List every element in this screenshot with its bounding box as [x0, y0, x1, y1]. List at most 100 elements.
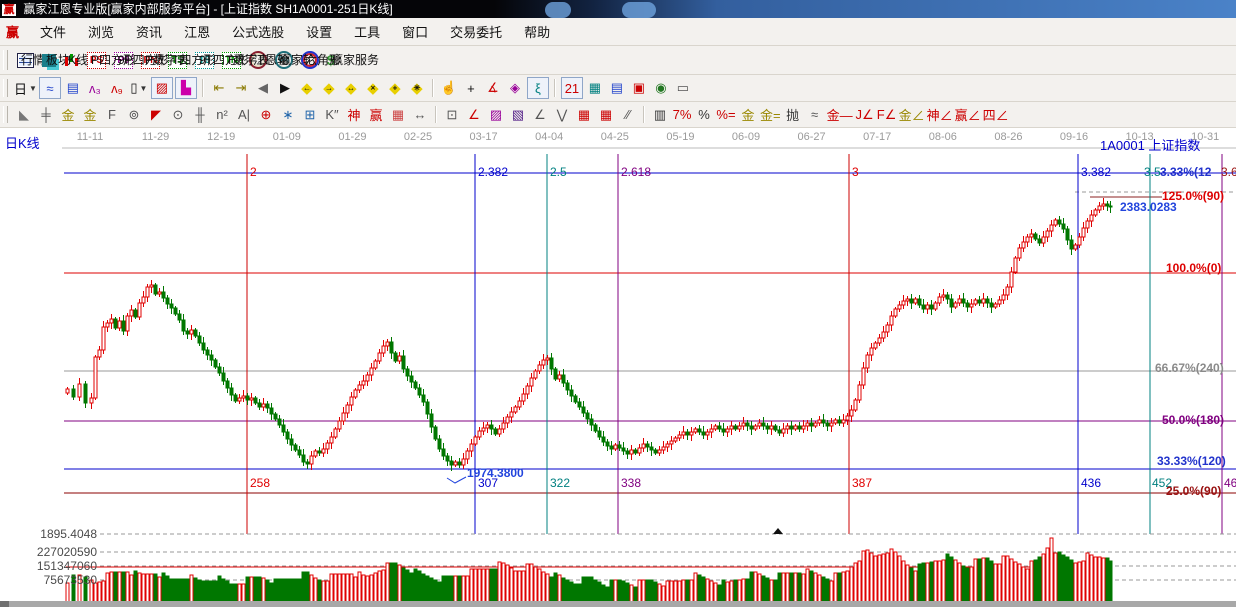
grid-red-tool[interactable]: ▦ [574, 105, 594, 125]
gold-circle-tool[interactable]: 金 [738, 105, 758, 125]
percent-lines-tool[interactable]: %= [716, 105, 736, 125]
histogram-button[interactable]: ▙ [175, 77, 197, 99]
chart-rect [410, 573, 413, 602]
price-grid-tool[interactable]: ▦ [388, 105, 408, 125]
kline-button[interactable]: K线 [64, 53, 79, 67]
gann-diamond-right[interactable]: ◆→ [319, 78, 339, 98]
next-bar-button[interactable]: ▶ [275, 78, 295, 98]
span-measure-tool[interactable]: ↔ [410, 105, 430, 125]
gold-angle-tool[interactable]: 金∠ [899, 105, 925, 125]
menu-item[interactable]: 资讯 [125, 25, 173, 40]
toolbar-grip[interactable] [3, 50, 8, 70]
parallel-lines-tool[interactable]: ⁄⁄ [618, 105, 638, 125]
candlestick-chart-canvas[interactable] [0, 128, 1236, 607]
horizontal-scrollbar[interactable] [0, 601, 1236, 607]
gold-ruler-tool[interactable]: ╪ [36, 105, 56, 125]
chart-rect [946, 295, 949, 299]
menu-item[interactable]: 文件 [29, 25, 77, 40]
text-note-tool[interactable]: A| [234, 105, 254, 125]
last-bar-button[interactable]: ⇥ [231, 78, 251, 98]
p-square-button[interactable]: PSP四方形 [87, 52, 106, 69]
shen-tool[interactable]: 神 [344, 105, 364, 125]
angle-measure-button[interactable]: ∡ [483, 78, 503, 98]
j-angle-tool[interactable]: J∠ [855, 105, 875, 125]
golden-section-tool[interactable]: 金 [58, 105, 78, 125]
gold-line-tool[interactable]: 金— [827, 105, 853, 125]
title-bar[interactable]: 赢 赢家江恩专业版[赢家内部服务平台] - [上证指数 SH1A0001-251… [0, 0, 1236, 18]
menu-item[interactable]: 设置 [295, 25, 343, 40]
wave-3-button[interactable]: ʌ₃ [85, 78, 105, 98]
gann-diamond-grid[interactable]: ◆✳ [407, 78, 427, 98]
sectors-button[interactable]: 板块 [42, 54, 56, 67]
gann-fan-tool[interactable]: ∠ [464, 105, 484, 125]
gann-grid-box-tool[interactable]: ⊞ [300, 105, 320, 125]
spiral-tool[interactable]: ⊚ [124, 105, 144, 125]
parabola-brush-tool[interactable]: 抛 [783, 105, 803, 125]
golden-section-ext-tool[interactable]: 金 [80, 105, 100, 125]
compare-bars-tool[interactable]: ▥ [650, 105, 670, 125]
gann-web-tool[interactable]: ∗ [278, 105, 298, 125]
notepad-button[interactable]: ▤ [607, 78, 627, 98]
menu-item[interactable]: 江恩 [173, 25, 221, 40]
angle-lines-tool[interactable]: ∠ [530, 105, 550, 125]
toolbar-grip[interactable] [3, 79, 8, 97]
chart-rect [246, 577, 249, 602]
menu-item[interactable]: 工具 [343, 25, 391, 40]
chart-rect [774, 426, 777, 430]
toolbar-separator [643, 106, 645, 124]
four-angle-tool[interactable]: 四∠ [983, 105, 1009, 125]
gold-lines-tool[interactable]: 金= [760, 105, 781, 125]
f-angle-tool[interactable]: F∠ [877, 105, 897, 125]
calculator-button[interactable]: ▦ [585, 78, 605, 98]
menu-item[interactable]: 公式选股 [221, 25, 295, 40]
percent-strike-tool[interactable]: 7% [672, 105, 692, 125]
gann-diamond-horizontal[interactable]: ◆↔ [341, 78, 361, 98]
trend-chart-button[interactable]: ≈ [39, 77, 61, 99]
grid-red2-tool[interactable]: ▦ [596, 105, 616, 125]
k-count-tool[interactable]: K″ [322, 105, 342, 125]
percent-tool[interactable]: % [694, 105, 714, 125]
wave-9-button[interactable]: ʌ₉ [107, 78, 127, 98]
menu-item[interactable]: 窗口 [391, 25, 439, 40]
quotes-button[interactable]: 行情 [17, 53, 34, 68]
community-button[interactable]: ◈ [505, 78, 525, 98]
gann-diamond-plus[interactable]: ◆+ [385, 78, 405, 98]
win-angle-tool[interactable]: 赢∠ [955, 105, 981, 125]
pan-hand-button[interactable]: ☝ [439, 78, 459, 98]
ruler-tool[interactable]: ╫ [190, 105, 210, 125]
candle-style-dropdown[interactable]: ▯▼ [129, 78, 149, 98]
time-cycle-tool[interactable]: ⊙ [168, 105, 188, 125]
n-square-tool[interactable]: n² [212, 105, 232, 125]
gann-diamond-cross[interactable]: ◆× [363, 78, 383, 98]
gann-fan-box-tool[interactable]: ▨ [486, 105, 506, 125]
menu-item[interactable]: 帮助 [513, 25, 561, 40]
shen-angle-tool[interactable]: 神∠ [927, 105, 953, 125]
crosshair-button[interactable]: + [461, 78, 481, 98]
first-bar-button[interactable]: ⇤ [209, 78, 229, 98]
chart-rect [1109, 206, 1112, 207]
gann-diamond-left[interactable]: ◆← [297, 78, 317, 98]
win-tool[interactable]: 赢 [366, 105, 386, 125]
period-dropdown[interactable]: 日▼ [14, 78, 37, 98]
toolbar-grip[interactable] [3, 106, 8, 124]
smart-analysis-button[interactable]: ξ [527, 77, 549, 99]
save-button[interactable]: ▣ [629, 78, 649, 98]
prev-bar-button[interactable]: ◀ [253, 78, 273, 98]
draw-pen-tool[interactable]: ◣ [14, 105, 34, 125]
menu-item[interactable]: 交易委托 [439, 25, 513, 40]
box-select-tool[interactable]: ⊡ [442, 105, 462, 125]
print-button[interactable]: ▭ [673, 78, 693, 98]
gann-line-box-tool[interactable]: ▧ [508, 105, 528, 125]
info-panel-button[interactable]: ▤ [63, 78, 83, 98]
export-web-button[interactable]: ◉ [651, 78, 671, 98]
chart-area[interactable]: 日K线 1A0001 上证指数 11-1111-2912-1901-0901-2… [0, 128, 1236, 607]
wave-lines-tool[interactable]: ⋁ [552, 105, 572, 125]
date-tick-label: 06-27 [798, 131, 826, 143]
gann-target-tool[interactable]: ⊕ [256, 105, 276, 125]
pattern-button[interactable]: ▨ [151, 77, 173, 99]
brush-tool[interactable]: ◤ [146, 105, 166, 125]
fibonacci-ruler-tool[interactable]: F [102, 105, 122, 125]
calendar-button[interactable]: 21 [561, 77, 583, 99]
menu-item[interactable]: 浏览 [77, 25, 125, 40]
wave-band-tool[interactable]: ≈ [805, 105, 825, 125]
